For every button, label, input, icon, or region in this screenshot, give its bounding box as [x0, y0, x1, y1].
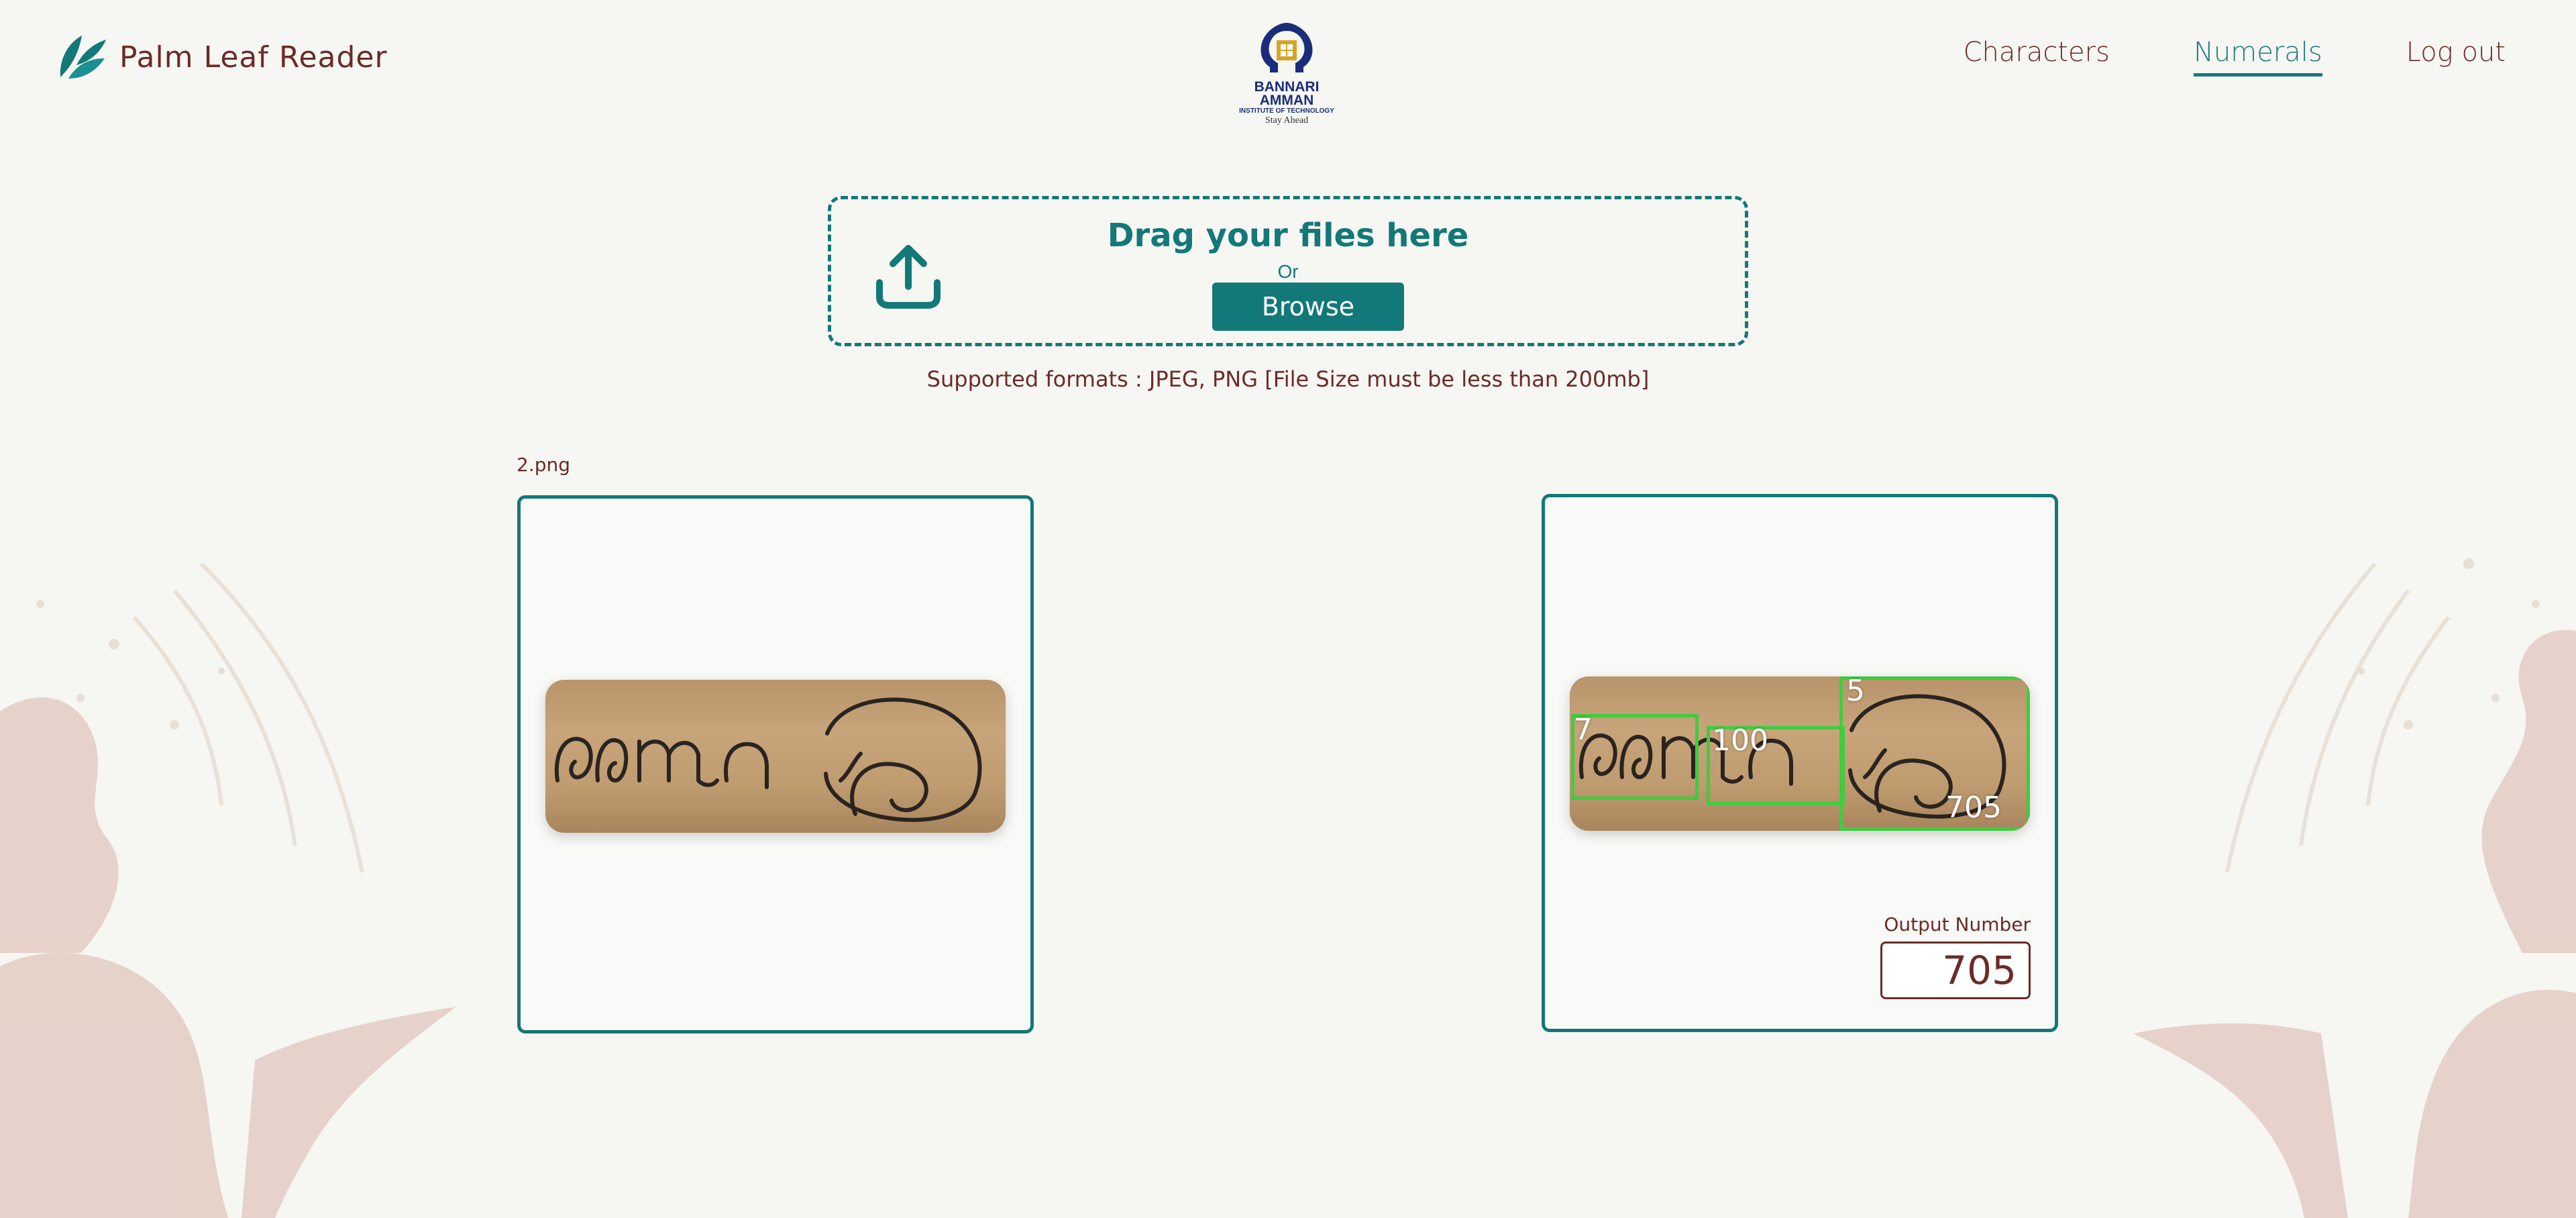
brand-name: Palm Leaf Reader: [119, 40, 388, 74]
dropzone-or: Or: [1277, 261, 1299, 282]
detection-label-5: 5: [1846, 676, 1865, 708]
institute-logo: BANNARI AMMAN INSTITUTE OF TECHNOLOGY St…: [1233, 20, 1340, 125]
input-palm-leaf-image: [545, 680, 1006, 833]
decorative-figure-right: [2133, 558, 2576, 1218]
top-header: Palm Leaf Reader BANNARI AMMAN INSTITUTE…: [0, 0, 2576, 125]
nav-logout[interactable]: Log out: [2406, 37, 2506, 77]
output-result-panel: 7 100 5 705 Output Number 705: [1542, 494, 2058, 1032]
detection-label-7: 7: [1574, 713, 1593, 747]
logo-tagline: Stay Ahead: [1265, 115, 1309, 125]
logo-subtitle: INSTITUTE OF TECHNOLOGY: [1239, 107, 1334, 115]
palm-leaf-script-image: [554, 697, 982, 822]
browse-button[interactable]: Browse: [1212, 283, 1404, 331]
decorative-figure-left: [0, 562, 456, 1218]
nav-numerals[interactable]: Numerals: [2193, 37, 2322, 77]
output-annotated-image: 7 100 5 705: [1570, 676, 2030, 831]
logo-title: BANNARI AMMAN: [1254, 79, 1320, 108]
main-nav: Characters Numerals Log out: [1880, 37, 2506, 77]
palm-leaf-icon: [60, 36, 106, 79]
input-image-panel: [517, 495, 1034, 1033]
overlay-result-number: 705: [1945, 791, 2002, 825]
output-number-label: Output Number: [1884, 913, 2031, 935]
brand[interactable]: Palm Leaf Reader: [54, 30, 388, 84]
output-number-field: 705: [1880, 942, 2031, 999]
dropzone-title: Drag your files here: [1107, 217, 1469, 254]
file-dropzone[interactable]: Drag your files here Or Browse: [828, 196, 1748, 346]
institute-emblem-icon: [1260, 23, 1313, 72]
supported-formats-note: Supported formats : JPEG, PNG [File Size…: [926, 366, 1650, 392]
detection-label-100: 100: [1712, 723, 1768, 758]
uploaded-filename: 2.png: [517, 454, 571, 476]
nav-characters[interactable]: Characters: [1964, 37, 2110, 77]
